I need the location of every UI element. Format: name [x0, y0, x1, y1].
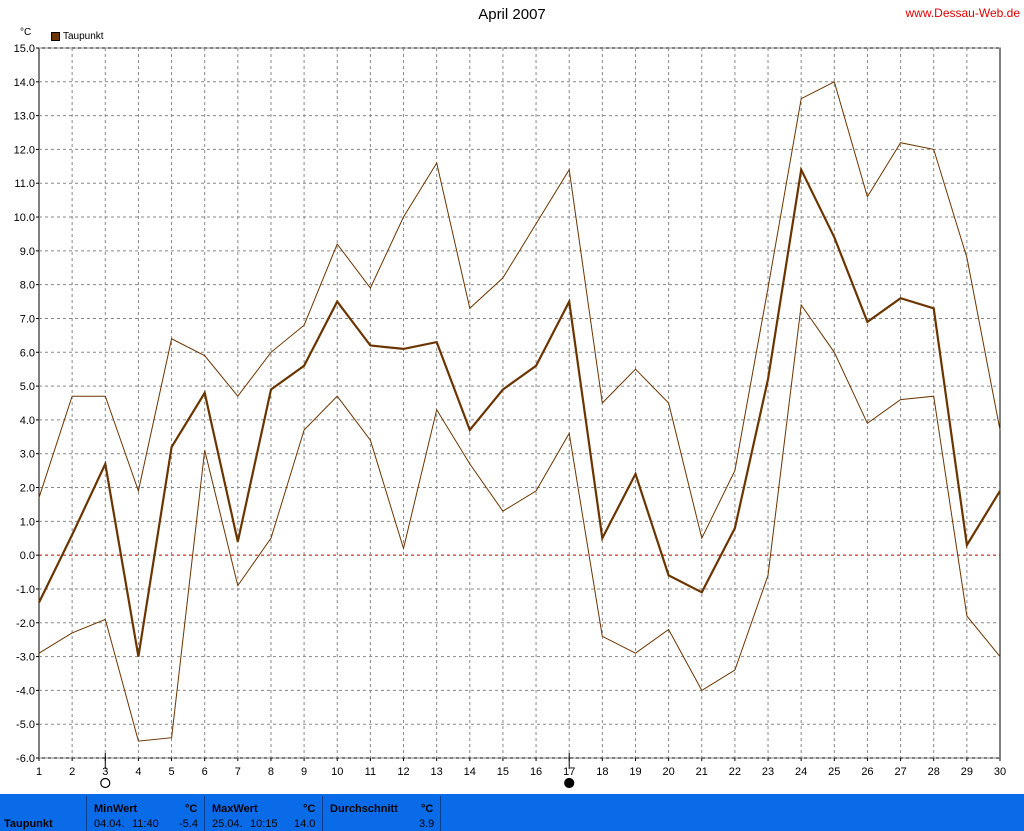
- min-time: 11:40: [132, 818, 159, 830]
- x-tick-label: 13: [431, 766, 443, 778]
- x-tick-label: 20: [662, 766, 674, 778]
- x-tick-label: 14: [464, 766, 476, 778]
- y-tick-label: 7.0: [20, 313, 35, 325]
- y-tick-label: 4.0: [20, 415, 35, 427]
- y-tick-label: 2.0: [20, 483, 35, 495]
- x-tick-label: 11: [365, 766, 376, 778]
- plot-area: [38, 47, 1001, 759]
- max-cell: MaxWert °C 25.04. 10:15 14.0: [205, 796, 323, 831]
- avg-unit: °C: [421, 803, 434, 815]
- x-tick-label: 24: [795, 766, 807, 778]
- x-tick-label: 1: [36, 766, 42, 778]
- x-tick-label: 5: [168, 766, 174, 778]
- min-unit: °C: [185, 803, 198, 815]
- y-tick-label: -2.0: [16, 618, 35, 630]
- x-tick-label: 29: [961, 766, 973, 778]
- x-tick-label: 21: [696, 766, 708, 778]
- stats-bar: Taupunkt MinWert °C 04.04. 11:40 -5.4 Ma…: [0, 794, 1024, 831]
- x-tick-label: 7: [235, 766, 241, 778]
- stats-row-label: Taupunkt: [4, 818, 53, 830]
- x-tick-label: 2: [69, 766, 75, 778]
- x-tick-label: 15: [497, 766, 509, 778]
- x-tick-label: 12: [397, 766, 409, 778]
- y-tick-label: -5.0: [16, 719, 35, 731]
- y-tick-label: 8.0: [20, 280, 35, 292]
- full-moon-icon: [564, 777, 575, 789]
- y-tick-label: 11.0: [14, 178, 35, 190]
- x-tick-label: 22: [729, 766, 741, 778]
- x-tick-label: 28: [928, 766, 940, 778]
- avg-label: Durchschnitt: [330, 803, 398, 815]
- max-unit: °C: [303, 803, 316, 815]
- x-tick-label: 19: [629, 766, 641, 778]
- y-tick-label: 15.0: [14, 43, 35, 55]
- x-tick-label: 4: [135, 766, 141, 778]
- y-tick-label: 3.0: [20, 449, 35, 461]
- x-tick-label: 30: [994, 766, 1006, 778]
- x-tick-label: 26: [861, 766, 873, 778]
- min-label: MinWert: [94, 803, 138, 815]
- avg-cell: Durchschnitt °C 3.9: [323, 796, 441, 831]
- y-tick-label: 6.0: [20, 347, 35, 359]
- y-tick-label: 12.0: [14, 144, 35, 156]
- x-tick-label: 6: [202, 766, 208, 778]
- y-tick-label: -6.0: [16, 753, 35, 765]
- max-label: MaxWert: [212, 803, 258, 815]
- x-tick-label: 10: [331, 766, 343, 778]
- y-tick-label: 0.0: [20, 550, 35, 562]
- x-tick-label: 18: [596, 766, 608, 778]
- y-tick-label: 1.0: [20, 516, 35, 528]
- y-tick-label: -4.0: [16, 685, 35, 697]
- avg-value: 3.9: [419, 818, 435, 830]
- y-tick-label: 14.0: [14, 77, 35, 89]
- new-moon-icon: [100, 777, 111, 789]
- x-tick-label: 8: [268, 766, 274, 778]
- dewpoint-chart: 15.014.013.012.011.010.09.08.07.06.05.04…: [14, 43, 1006, 789]
- x-tick-label: 27: [894, 766, 906, 778]
- x-tick-label: 25: [828, 766, 840, 778]
- max-time: 10:15: [250, 818, 278, 830]
- y-tick-label: -3.0: [16, 652, 35, 664]
- min-date: 04.04.: [94, 818, 125, 830]
- stats-row-label-cell: Taupunkt: [0, 796, 87, 831]
- y-tick-label: -1.0: [16, 584, 35, 596]
- y-tick-label: 13.0: [14, 111, 35, 123]
- y-tick-label: 5.0: [20, 381, 35, 393]
- max-value: 14.0: [294, 818, 316, 830]
- x-tick-label: 9: [301, 766, 307, 778]
- x-tick-label: 16: [530, 766, 542, 778]
- x-tick-label: 23: [762, 766, 774, 778]
- max-date: 25.04.: [212, 818, 243, 830]
- y-tick-label: 9.0: [20, 246, 35, 258]
- min-value: -5.4: [179, 818, 198, 830]
- min-cell: MinWert °C 04.04. 11:40 -5.4: [87, 796, 205, 831]
- y-tick-label: 10.0: [14, 212, 35, 224]
